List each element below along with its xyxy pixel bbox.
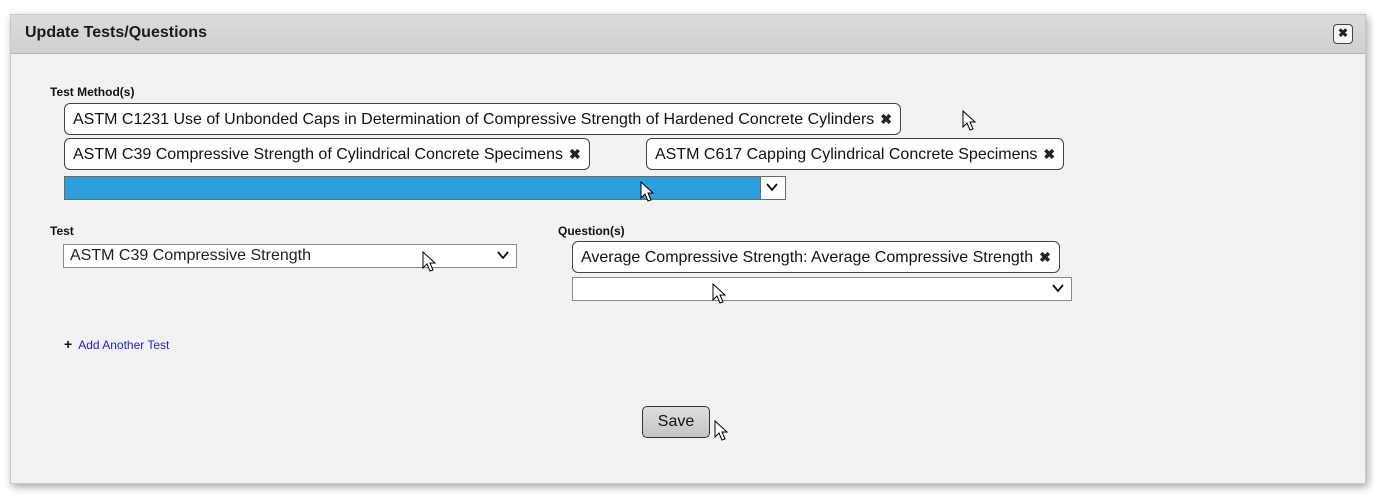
test-method-tag-c39: ASTM C39 Compressive Strength of Cylindr… (64, 138, 590, 170)
mouse-cursor-icon (422, 251, 437, 272)
add-another-test-link[interactable]: + Add Another Test (64, 336, 169, 352)
mouse-cursor-icon (962, 110, 977, 131)
close-icon[interactable]: ✖ (1333, 24, 1353, 44)
tag-label: ASTM C1231 Use of Unbonded Caps in Deter… (73, 111, 875, 128)
test-method-tag-c1231: ASTM C1231 Use of Unbonded Caps in Deter… (64, 103, 902, 135)
chevron-down-icon (497, 251, 509, 260)
chevron-down-icon (766, 183, 778, 192)
test-select-value: ASTM C39 Compressive Strength (70, 247, 311, 264)
tag-label: Average Compressive Strength: Average Co… (581, 249, 1034, 266)
tag-label: ASTM C39 Compressive Strength of Cylindr… (73, 146, 563, 163)
questions-dropdown[interactable] (572, 277, 1072, 301)
test-label: Test (50, 224, 74, 238)
add-another-test-label: Add Another Test (78, 338, 170, 352)
tag-label: ASTM C617 Capping Cylindrical Concrete S… (655, 146, 1038, 163)
test-methods-dropdown[interactable] (64, 176, 786, 200)
test-methods-label: Test Method(s) (50, 85, 135, 99)
test-method-tag-c617: ASTM C617 Capping Cylindrical Concrete S… (646, 138, 1065, 170)
questions-label: Question(s) (558, 224, 625, 238)
test-select[interactable]: ASTM C39 Compressive Strength (63, 244, 517, 268)
remove-tag-icon[interactable]: ✖ (1043, 146, 1055, 162)
mouse-cursor-icon (712, 283, 727, 304)
remove-tag-icon[interactable]: ✖ (880, 111, 892, 127)
save-button[interactable]: Save (642, 406, 710, 438)
dialog-titlebar: Update Tests/Questions ✖ (11, 15, 1365, 54)
remove-tag-icon[interactable]: ✖ (569, 146, 581, 162)
remove-tag-icon[interactable]: ✖ (1039, 249, 1051, 265)
mouse-cursor-icon (714, 420, 729, 441)
question-tag: Average Compressive Strength: Average Co… (572, 241, 1060, 273)
dialog-title: Update Tests/Questions (25, 24, 207, 41)
mouse-cursor-icon (640, 181, 655, 202)
plus-icon: + (64, 336, 73, 352)
chevron-down-icon (1052, 284, 1064, 293)
